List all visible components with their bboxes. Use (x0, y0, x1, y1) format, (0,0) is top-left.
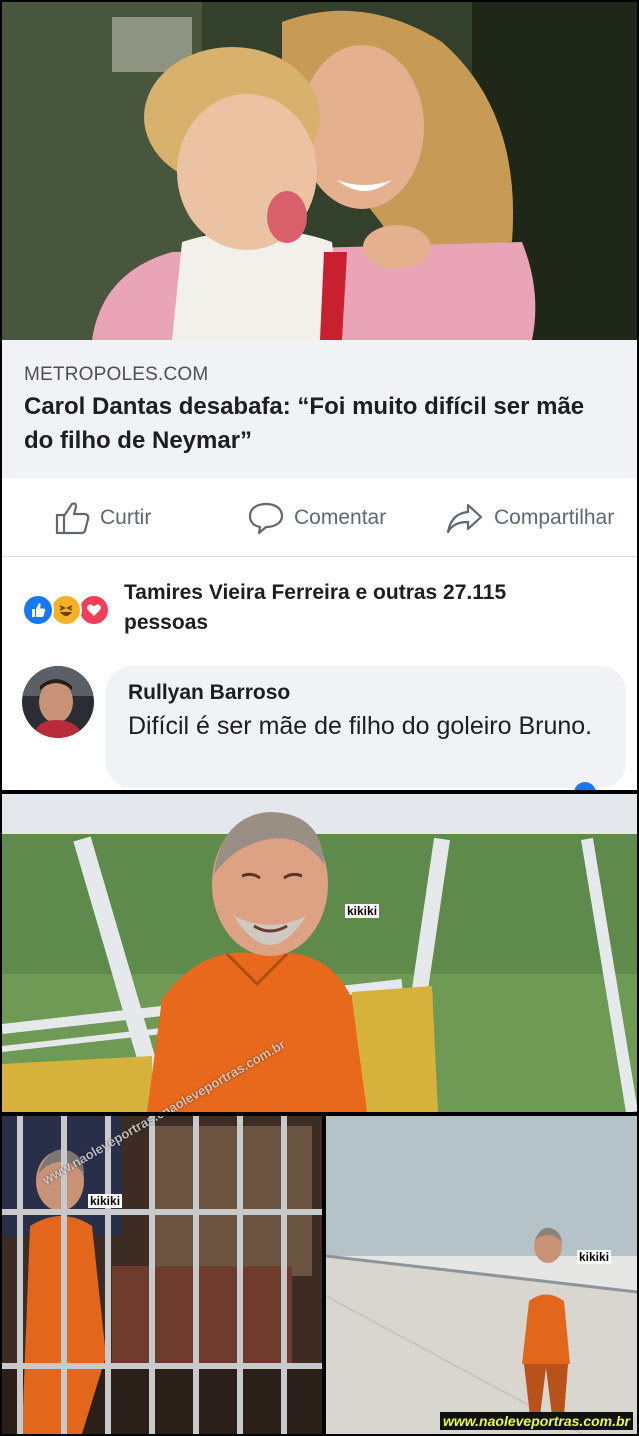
comment-author[interactable]: Rullyan Barroso (128, 681, 290, 705)
meme-panel-swing: kikiki www.naoleveportras.com.br (2, 794, 637, 1112)
meme-caption: kikiki (88, 1194, 123, 1208)
avatar[interactable] (22, 666, 94, 738)
like-label: Curtir (100, 506, 152, 529)
share-arrow-icon (446, 503, 483, 534)
man-in-prison-yard-photo (326, 1116, 637, 1434)
man-behind-bars-photo (2, 1116, 322, 1434)
commenter-photo (22, 666, 94, 738)
article-photo[interactable] (2, 2, 637, 340)
reaction-icons[interactable] (22, 594, 112, 626)
watermark[interactable]: www.naoleveportras.com.br (440, 1412, 633, 1430)
like-icon (22, 594, 54, 626)
mother-and-son-photo (2, 2, 637, 340)
meme-caption: kikiki (577, 1250, 612, 1264)
like-button[interactable]: Curtir (54, 502, 152, 535)
comment-text: Difícil é ser mãe de filho do goleiro Br… (128, 712, 593, 740)
man-on-swing-photo (2, 794, 637, 1112)
comment-button[interactable]: Comentar (248, 502, 387, 535)
meme-caption: kikiki (345, 904, 380, 918)
share-label: Compartilhar (494, 506, 615, 529)
link-title[interactable]: Carol Dantas desabafa: “Foi muito difíci… (24, 390, 614, 458)
comment-label: Comentar (294, 506, 387, 529)
meme-panel-yard: kikiki www.naoleveportras.com.br (326, 1116, 637, 1434)
link-domain: METROPOLES.COM (24, 364, 209, 385)
post-actions-bar: Curtir Comentar Compartilhar (2, 478, 637, 557)
haha-icon (50, 594, 82, 626)
facebook-post: METROPOLES.COM Carol Dantas desabafa: “F… (2, 2, 637, 790)
thumbs-up-icon (55, 502, 90, 535)
meme-panel-cell: kikiki www.naoleveportras.com.br (2, 1116, 322, 1434)
link-preview[interactable]: METROPOLES.COM Carol Dantas desabafa: “F… (2, 340, 637, 478)
love-icon (78, 594, 110, 626)
comment-bubble: Rullyan Barroso Difícil é ser mãe de fil… (106, 666, 626, 788)
speech-bubble-icon (248, 502, 284, 535)
share-button[interactable]: Compartilhar (446, 502, 614, 534)
reactions-summary[interactable]: Tamires Vieira Ferreira e outras 27.115 … (124, 578, 594, 638)
